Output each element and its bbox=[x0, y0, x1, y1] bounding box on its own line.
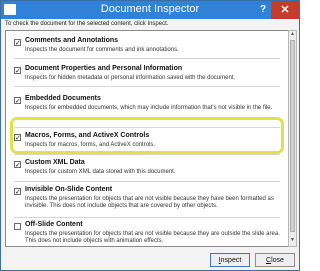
window-title: Document Inspector bbox=[100, 3, 200, 15]
option-description: Inspects the document for comments and i… bbox=[25, 47, 179, 53]
option-description: Inspects for macros, forms, and ActiveX … bbox=[25, 142, 156, 148]
separator bbox=[14, 86, 280, 87]
separator bbox=[14, 181, 280, 182]
close-label-rest: lose bbox=[271, 257, 284, 264]
option-checkbox[interactable]: ✓ bbox=[14, 188, 21, 196]
option-title: Macros, Forms, and ActiveX Controls bbox=[25, 132, 150, 139]
option-description: Inspects for embedded documents, which m… bbox=[25, 105, 273, 111]
separator bbox=[14, 154, 280, 155]
option-description: Inspects the presentation for objects th… bbox=[25, 196, 274, 209]
scroll-down-icon[interactable]: ▼ bbox=[289, 237, 296, 244]
close-button[interactable]: Close bbox=[255, 253, 295, 267]
option-checkbox[interactable]: ✓ bbox=[14, 134, 21, 142]
help-button[interactable]: ? bbox=[256, 2, 270, 17]
vertical-scrollbar[interactable]: ▲ ▼ bbox=[288, 30, 297, 247]
inspection-options-list[interactable]: ✓ Comments and Annotations Inspects the … bbox=[5, 30, 290, 247]
option-checkbox[interactable]: ✓ bbox=[14, 67, 21, 75]
option-description: Inspects for custom XML data stored with… bbox=[25, 169, 176, 175]
option-title: Invisible On-Slide Content bbox=[25, 186, 113, 193]
option-title: Document Properties and Personal Informa… bbox=[25, 65, 183, 72]
inspect-button[interactable]: Inspect bbox=[210, 253, 250, 267]
separator bbox=[14, 217, 280, 218]
instruction-text: To check the document for the selected c… bbox=[5, 21, 169, 27]
title-bar: Document Inspector ? ✕ bbox=[1, 1, 299, 19]
separator bbox=[14, 58, 280, 59]
option-title: Embedded Documents bbox=[25, 95, 101, 102]
option-title: Comments and Annotations bbox=[25, 37, 119, 44]
option-title: Custom XML Data bbox=[25, 159, 85, 166]
separator bbox=[14, 127, 280, 128]
option-description: Inspects the presentation for objects th… bbox=[25, 231, 280, 244]
option-checkbox[interactable]: ✓ bbox=[14, 39, 21, 47]
option-checkbox-unchecked[interactable] bbox=[14, 223, 21, 230]
document-inspector-window: Document Inspector ? ✕ To check the docu… bbox=[0, 0, 300, 271]
option-title: Off-Slide Content bbox=[25, 221, 83, 228]
option-checkbox[interactable]: ✓ bbox=[14, 161, 21, 169]
option-checkbox[interactable]: ✓ bbox=[14, 97, 21, 105]
inspect-label-rest: nspect bbox=[220, 257, 242, 264]
scroll-up-icon[interactable]: ▲ bbox=[289, 31, 296, 38]
window-close-button[interactable]: ✕ bbox=[271, 1, 299, 19]
scroll-thumb[interactable] bbox=[290, 40, 295, 232]
option-description: Inspects for hidden metadata or personal… bbox=[25, 75, 236, 81]
